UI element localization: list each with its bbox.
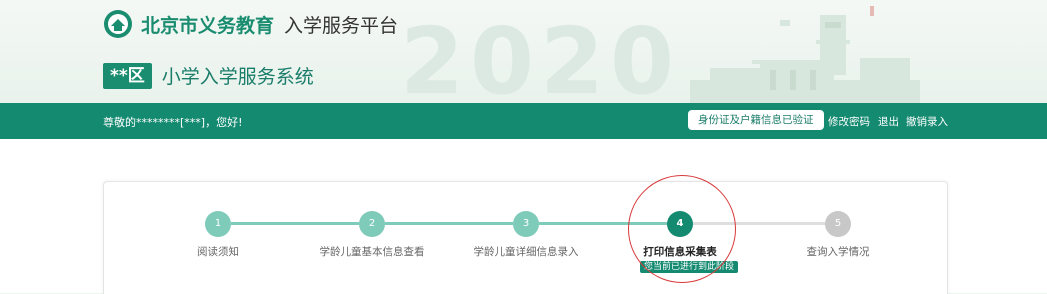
step-label-1[interactable]: 阅读须知 bbox=[197, 244, 239, 259]
step-node-2[interactable]: 2 bbox=[359, 211, 385, 237]
progress-card bbox=[103, 181, 948, 294]
greeting-text: 尊敬的********[***]，您好! bbox=[103, 116, 243, 129]
progress-line-2-3 bbox=[385, 222, 513, 225]
header-banner: 2020 北京市义务教育 入学服务平台 **区 小学入学服务系统 bbox=[0, 0, 1047, 103]
brand-name: 北京市义务教育 bbox=[141, 14, 275, 37]
step-label-3[interactable]: 学龄儿童详细信息录入 bbox=[474, 244, 579, 259]
logout-link[interactable]: 退出 bbox=[878, 114, 899, 129]
step-node-1[interactable]: 1 bbox=[205, 211, 231, 237]
annotation-highlight-circle bbox=[628, 175, 736, 283]
logo-icon bbox=[104, 10, 132, 38]
step-node-3[interactable]: 3 bbox=[513, 211, 539, 237]
cancel-entry-link[interactable]: 撤销录入 bbox=[906, 114, 948, 129]
system-title: 小学入学服务系统 bbox=[161, 66, 314, 88]
step-node-5[interactable]: 5 bbox=[825, 211, 851, 237]
change-password-link[interactable]: 修改密码 bbox=[828, 114, 870, 129]
progress-line-1-2 bbox=[231, 222, 359, 225]
brand-subtitle: 入学服务平台 bbox=[284, 14, 399, 37]
step-label-5[interactable]: 查询入学情况 bbox=[807, 244, 870, 259]
user-bar: 尊敬的********[***]，您好! 身份证及户籍信息已验证 修改密码 退出… bbox=[0, 103, 1047, 139]
step-label-2[interactable]: 学龄儿童基本信息查看 bbox=[320, 244, 425, 259]
district-badge: **区 bbox=[103, 62, 152, 89]
year-watermark: 2020 bbox=[400, 8, 681, 103]
temple-of-heaven-illustration bbox=[690, 6, 920, 103]
verification-status-badge: 身份证及户籍信息已验证 bbox=[688, 110, 824, 130]
